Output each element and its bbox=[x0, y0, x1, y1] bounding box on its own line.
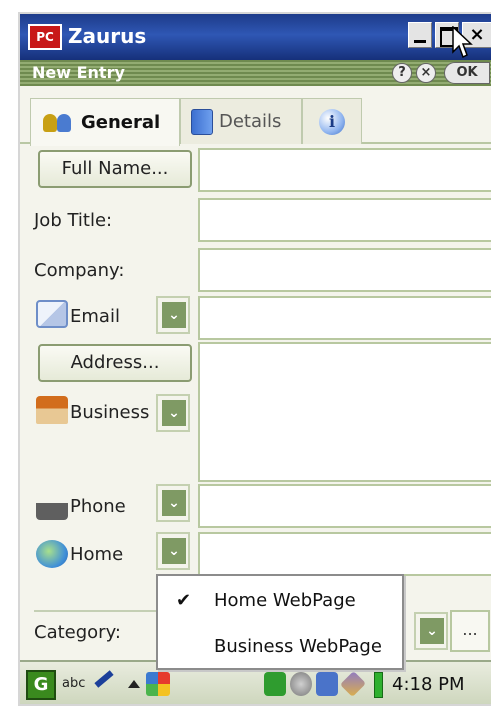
menu-item-label: Business WebPage bbox=[214, 636, 382, 657]
email-icon bbox=[36, 300, 68, 328]
email-label: Email bbox=[70, 306, 120, 327]
chevron-down-icon: ⌄ bbox=[162, 302, 186, 328]
tab-general-label: General bbox=[81, 112, 161, 133]
chevron-down-icon: ⌄ bbox=[162, 490, 186, 516]
chevron-down-icon: ⌄ bbox=[162, 400, 186, 426]
clock[interactable]: 4:18 PM bbox=[392, 674, 465, 695]
cancel-button[interactable]: × bbox=[416, 63, 436, 83]
globe-icon bbox=[36, 540, 68, 568]
dialog-title-bar: New Entry ? × OK bbox=[20, 60, 491, 86]
category-dropdown[interactable]: ⌄ bbox=[414, 612, 448, 650]
app-window: PC Zaurus × New Entry ? × OK General Det… bbox=[18, 12, 491, 706]
home-label: Home bbox=[70, 544, 124, 565]
start-button[interactable]: G bbox=[26, 670, 56, 700]
business-label: Business bbox=[70, 402, 150, 423]
email-field[interactable] bbox=[198, 296, 491, 340]
network-icon[interactable] bbox=[264, 672, 286, 696]
card-icon[interactable] bbox=[339, 670, 367, 698]
minimize-button[interactable] bbox=[408, 22, 432, 48]
category-more-button[interactable]: ... bbox=[450, 610, 490, 652]
address-field[interactable] bbox=[198, 342, 491, 482]
title-bar: PC Zaurus × bbox=[20, 14, 491, 60]
full-name-field[interactable] bbox=[198, 148, 491, 192]
job-title-label: Job Title: bbox=[34, 210, 113, 231]
window-title: Zaurus bbox=[68, 24, 147, 48]
mouse-cursor-icon bbox=[452, 26, 473, 59]
menu-item-home-webpage[interactable]: ✔ Home WebPage bbox=[158, 578, 402, 624]
menu-item-business-webpage[interactable]: Business WebPage bbox=[158, 624, 402, 670]
people-icon bbox=[41, 112, 75, 134]
email-type-dropdown[interactable]: ⌄ bbox=[156, 296, 190, 334]
phone-type-dropdown[interactable]: ⌄ bbox=[156, 484, 190, 522]
tab-general[interactable]: General bbox=[30, 98, 180, 146]
full-name-button[interactable]: Full Name... bbox=[38, 150, 192, 188]
house-icon bbox=[36, 396, 68, 424]
pen-icon[interactable] bbox=[94, 670, 114, 688]
arrow-up-icon[interactable] bbox=[128, 680, 140, 688]
ok-button[interactable]: OK bbox=[444, 62, 490, 84]
webpage-field[interactable] bbox=[198, 532, 491, 576]
menu-item-label: Home WebPage bbox=[214, 590, 356, 611]
phone-label: Phone bbox=[70, 496, 126, 517]
app-logo-icon: PC bbox=[28, 24, 62, 50]
dialog-title: New Entry bbox=[32, 63, 125, 82]
tab-info[interactable]: i bbox=[302, 98, 362, 144]
address-type-dropdown[interactable]: ⌄ bbox=[156, 394, 190, 432]
general-form: Full Name... Job Title: Company: Email ⌄… bbox=[20, 144, 491, 644]
webpage-type-dropdown[interactable]: ⌄ bbox=[156, 532, 190, 570]
phone-icon bbox=[36, 492, 68, 520]
help-button[interactable]: ? bbox=[392, 63, 412, 83]
phone-field[interactable] bbox=[198, 484, 491, 528]
app-launcher-icon[interactable] bbox=[146, 672, 170, 696]
company-field[interactable] bbox=[198, 248, 491, 292]
settings-gear-icon[interactable] bbox=[290, 672, 312, 696]
tab-details[interactable]: Details bbox=[180, 98, 302, 144]
battery-icon[interactable] bbox=[374, 672, 383, 698]
category-label: Category: bbox=[34, 622, 121, 643]
chevron-down-icon: ⌄ bbox=[162, 538, 186, 564]
address-button[interactable]: Address... bbox=[38, 344, 192, 382]
info-icon: i bbox=[319, 108, 345, 135]
chevron-down-icon: ⌄ bbox=[420, 618, 444, 644]
volume-icon[interactable] bbox=[316, 672, 338, 696]
tab-details-label: Details bbox=[219, 111, 282, 132]
company-label: Company: bbox=[34, 260, 125, 281]
book-icon bbox=[191, 108, 213, 135]
webpage-type-menu: ✔ Home WebPage Business WebPage bbox=[156, 574, 404, 670]
job-title-field[interactable] bbox=[198, 198, 491, 242]
input-method-label[interactable]: abc bbox=[62, 676, 85, 691]
check-icon: ✔ bbox=[176, 590, 192, 611]
tab-bar: General Details i bbox=[20, 86, 491, 146]
